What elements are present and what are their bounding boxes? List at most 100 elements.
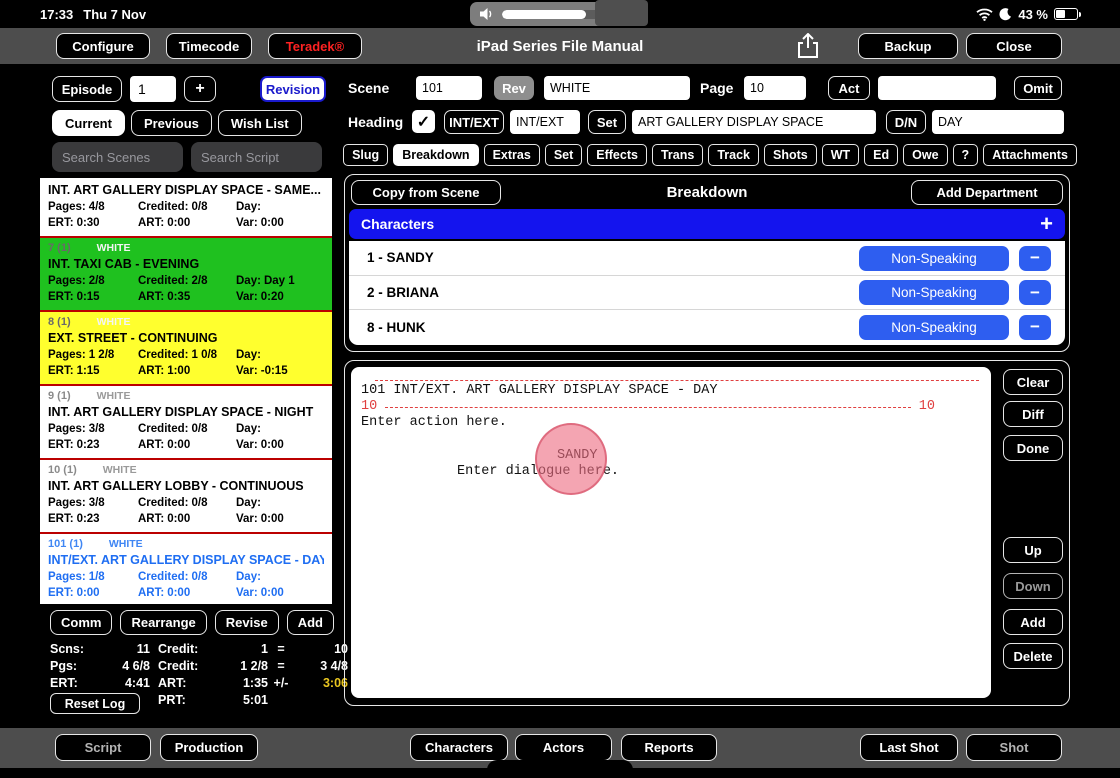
tab-current[interactable]: Current [52, 110, 125, 136]
teradek-button[interactable]: Teradek® [268, 33, 362, 59]
character-name: 8 - HUNK [367, 320, 426, 335]
scene-list-item[interactable]: 9 (1)WHITE INT. ART GALLERY DISPLAY SPAC… [40, 386, 332, 460]
speaking-type-button[interactable]: Non-Speaking [859, 280, 1009, 305]
wifi-icon [976, 8, 993, 21]
act-input[interactable] [878, 76, 996, 100]
day-night-input[interactable] [932, 110, 1064, 134]
rearrange-button[interactable]: Rearrange [120, 610, 206, 635]
share-icon[interactable] [792, 32, 824, 60]
character-name: 2 - BRIANA [367, 285, 439, 300]
heading-label: Heading [348, 110, 403, 134]
tab-trans[interactable]: Trans [652, 144, 703, 166]
scene-title: EXT. STREET - CONTINUING [48, 330, 324, 348]
characters-list: 1 - SANDY Non-Speaking − 2 - BRIANA Non-… [349, 241, 1065, 345]
add-element-button[interactable]: Add [1003, 609, 1063, 635]
scene-list-item-selected[interactable]: 101 (1)WHITE INT/EXT. ART GALLERY DISPLA… [40, 534, 332, 604]
rev-color-input[interactable] [544, 76, 690, 100]
revision-button[interactable]: Revision [260, 76, 326, 102]
actors-button[interactable]: Actors [515, 734, 612, 761]
heading-checkbox[interactable]: ✓ [412, 110, 435, 133]
character-row[interactable]: 8 - HUNK Non-Speaking − [349, 310, 1065, 345]
scene-label: Scene [348, 76, 389, 100]
character-row[interactable]: 2 - BRIANA Non-Speaking − [349, 276, 1065, 311]
main-panel: Scene Rev Page Act Omit Heading ✓ INT/EX… [338, 76, 1082, 722]
speaking-type-button[interactable]: Non-Speaking [859, 246, 1009, 271]
page-label: Page [700, 76, 733, 100]
tab-slug[interactable]: Slug [343, 144, 388, 166]
act-button[interactable]: Act [828, 76, 870, 100]
clear-button[interactable]: Clear [1003, 369, 1063, 395]
script-preview[interactable]: 101 INT/EXT. ART GALLERY DISPLAY SPACE -… [351, 367, 991, 698]
configure-button[interactable]: Configure [56, 33, 150, 59]
tab-extras[interactable]: Extras [484, 144, 540, 166]
day-night-button[interactable]: D/N [886, 110, 926, 134]
episode-button[interactable]: Episode [52, 76, 122, 102]
remove-character-button[interactable]: − [1019, 280, 1051, 305]
search-scenes-input[interactable] [52, 142, 183, 172]
add-scene-button[interactable]: Add [287, 610, 334, 635]
omit-button[interactable]: Omit [1014, 76, 1062, 100]
checkmark-icon: ✓ [417, 112, 430, 132]
totals-summary: Scns: 11 Credit: 1 = 10 Pgs: 4 6/8 Credi… [50, 642, 332, 714]
comm-button[interactable]: Comm [50, 610, 112, 635]
tab-owe[interactable]: Owe [903, 144, 947, 166]
revise-button[interactable]: Revise [215, 610, 279, 635]
scene-list-item[interactable]: INT. ART GALLERY DISPLAY SPACE - SAME...… [40, 178, 332, 238]
action-text: Enter action here. [361, 415, 981, 431]
tab-wt[interactable]: WT [822, 144, 859, 166]
rev-button[interactable]: Rev [494, 76, 534, 100]
set-input[interactable] [632, 110, 876, 134]
remove-character-button[interactable]: − [1019, 246, 1051, 271]
diff-button[interactable]: Diff [1003, 401, 1063, 427]
characters-button[interactable]: Characters [410, 734, 508, 761]
add-department-button[interactable]: Add Department [911, 180, 1063, 205]
add-episode-button[interactable]: + [184, 76, 216, 102]
volume-slider-thumb[interactable] [595, 0, 648, 26]
scene-list-item[interactable]: 8 (1)WHITE EXT. STREET - CONTINUING Page… [40, 312, 332, 386]
reports-button[interactable]: Reports [621, 734, 717, 761]
page-number-line: 10 10 [361, 399, 981, 415]
scene-title: INT. TAXI CAB - EVENING [48, 256, 324, 274]
done-button[interactable]: Done [1003, 435, 1063, 461]
tab-set[interactable]: Set [545, 144, 582, 166]
page-number-input[interactable] [744, 76, 806, 100]
script-section: 101 INT/EXT. ART GALLERY DISPLAY SPACE -… [344, 360, 1070, 706]
tab-effects[interactable]: Effects [587, 144, 647, 166]
shot-button[interactable]: Shot [966, 734, 1062, 761]
episode-number-input[interactable] [130, 76, 176, 102]
home-indicator[interactable] [487, 760, 633, 778]
search-script-input[interactable] [191, 142, 322, 172]
characters-header[interactable]: Characters + [349, 209, 1065, 239]
scene-list-item[interactable]: 7 (1)WHITE INT. TAXI CAB - EVENING Pages… [40, 238, 332, 312]
remove-character-button[interactable]: − [1019, 315, 1051, 340]
tab-shots[interactable]: Shots [764, 144, 817, 166]
reset-log-button[interactable]: Reset Log [50, 693, 140, 714]
timecode-button[interactable]: Timecode [166, 33, 252, 59]
tab-previous[interactable]: Previous [131, 110, 212, 136]
tab-question[interactable]: ? [953, 144, 979, 166]
backup-button[interactable]: Backup [858, 33, 958, 59]
close-button[interactable]: Close [966, 33, 1062, 59]
scene-list-tabs: Current Previous Wish List [52, 110, 302, 136]
tab-attachments[interactable]: Attachments [983, 144, 1077, 166]
tab-track[interactable]: Track [708, 144, 759, 166]
up-button[interactable]: Up [1003, 537, 1063, 563]
add-character-icon[interactable]: + [1040, 214, 1053, 234]
down-button[interactable]: Down [1003, 573, 1063, 599]
tab-wish-list[interactable]: Wish List [218, 110, 302, 136]
speaking-type-button[interactable]: Non-Speaking [859, 315, 1009, 340]
scene-list[interactable]: INT. ART GALLERY DISPLAY SPACE - SAME...… [40, 178, 332, 604]
tab-breakdown[interactable]: Breakdown [393, 144, 478, 166]
delete-button[interactable]: Delete [1003, 643, 1063, 669]
production-button[interactable]: Production [160, 734, 258, 761]
script-button[interactable]: Script [55, 734, 151, 761]
int-ext-input[interactable] [510, 110, 580, 134]
character-row[interactable]: 1 - SANDY Non-Speaking − [349, 241, 1065, 276]
scene-list-item[interactable]: 10 (1)WHITE INT. ART GALLERY LOBBY - CON… [40, 460, 332, 534]
tab-ed[interactable]: Ed [864, 144, 898, 166]
last-shot-button[interactable]: Last Shot [860, 734, 958, 761]
scene-number-input[interactable] [416, 76, 482, 100]
int-ext-button[interactable]: INT/EXT [444, 110, 504, 134]
copy-from-scene-button[interactable]: Copy from Scene [351, 180, 501, 205]
set-button[interactable]: Set [588, 110, 626, 134]
